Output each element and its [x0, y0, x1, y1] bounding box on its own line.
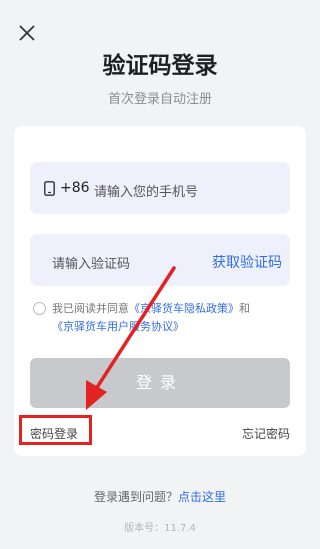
- page-subtitle: 首次登录自动注册: [107, 92, 212, 107]
- phone-input[interactable]: +86 请输入您的手机号: [30, 162, 290, 214]
- phone-icon: [44, 181, 55, 196]
- country-code[interactable]: +86: [60, 180, 90, 196]
- agreement-text-2: 《京驿货车用户服务协议》: [52, 318, 184, 334]
- annotation-highlight-box: [19, 415, 92, 445]
- code-placeholder: 请输入验证码: [52, 257, 131, 272]
- forgot-password-link[interactable]: 忘记密码: [242, 425, 290, 442]
- help-link[interactable]: 点击这里: [178, 490, 226, 504]
- code-input[interactable]: 请输入验证码 获取验证码: [30, 234, 290, 286]
- page-title: 验证码登录: [102, 53, 218, 79]
- help-text: 登录遇到问题？点击这里: [93, 490, 227, 504]
- service-agreement-link[interactable]: 《京驿货车用户服务协议》: [52, 320, 184, 333]
- version-label: 版本号：11.7.4: [124, 523, 196, 534]
- agree-radio[interactable]: [33, 302, 46, 315]
- phone-placeholder: 请输入您的手机号: [94, 185, 199, 200]
- close-icon[interactable]: [16, 22, 38, 44]
- privacy-policy-link[interactable]: 《京驿货车隐私政策》: [129, 302, 239, 315]
- agreement-text: 我已阅读并同意《京驿货车隐私政策》和: [52, 302, 250, 315]
- login-button[interactable]: 登录: [30, 358, 290, 408]
- get-code-button[interactable]: 获取验证码: [212, 252, 282, 272]
